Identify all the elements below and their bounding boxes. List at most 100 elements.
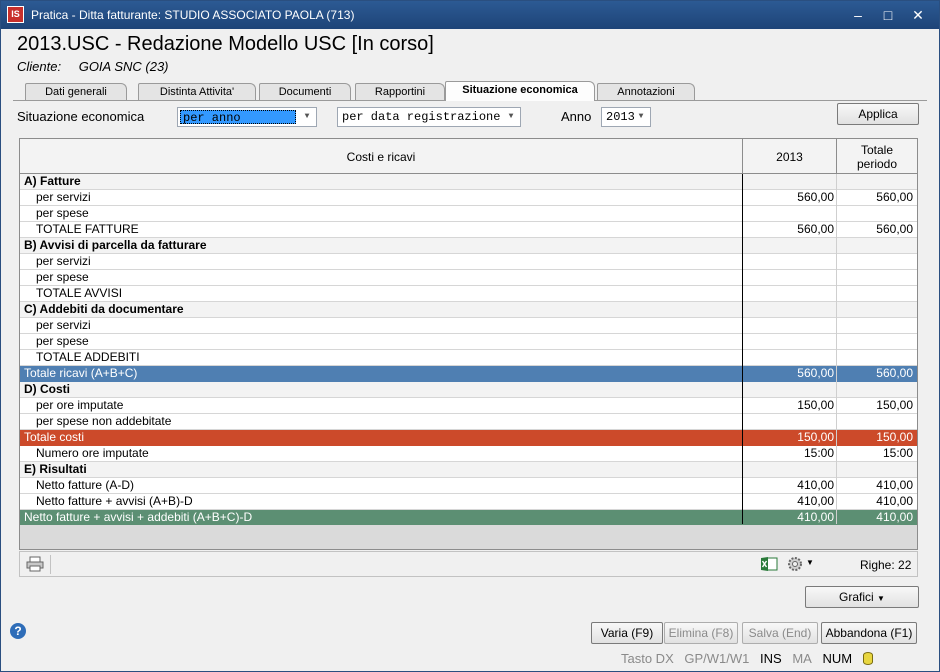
rows-count: Righe: 22	[860, 558, 912, 572]
row-label: Totale ricavi (A+B+C)	[24, 366, 138, 380]
tab-rapportini[interactable]: Rapportini	[355, 83, 445, 101]
date-mode-select[interactable]: per data registrazione ▼	[337, 107, 521, 127]
client-info: Cliente: GOIA SNC (23)	[17, 59, 169, 74]
window-title: Pratica - Ditta fatturante: STUDIO ASSOC…	[31, 8, 355, 22]
table-row[interactable]: Netto fatture + avvisi + addebiti (A+B+C…	[20, 510, 917, 526]
row-label: per spese	[36, 334, 89, 348]
row-label: B) Avvisi di parcella da fatturare	[24, 238, 207, 252]
grid-rows: A) Fatture per servizi 560,00 560,00 per spe…	[20, 174, 917, 526]
table-row[interactable]: E) Risultati	[20, 462, 917, 478]
table-row[interactable]: Totale ricavi (A+B+C) 560,00 560,00	[20, 366, 917, 382]
table-row[interactable]: D) Costi	[20, 382, 917, 398]
print-icon[interactable]	[26, 556, 44, 572]
table-row[interactable]: TOTALE AVVISI	[20, 286, 917, 302]
row-label: Numero ore imputate	[36, 446, 149, 460]
ma-indicator: MA	[792, 651, 812, 666]
row-label: E) Risultati	[24, 462, 87, 476]
table-row[interactable]: per servizi	[20, 254, 917, 270]
column-divider	[836, 174, 837, 524]
table-row[interactable]: B) Avvisi di parcella da fatturare	[20, 238, 917, 254]
cell-2013: 560,00	[797, 366, 834, 380]
year-value: 2013	[606, 110, 635, 124]
row-label: per ore imputate	[36, 398, 124, 412]
cell-2013: 150,00	[797, 398, 834, 412]
app-window: IS Pratica - Ditta fatturante: STUDIO AS…	[0, 0, 940, 672]
cell-2013: 150,00	[797, 430, 834, 444]
row-label: per spese non addebitate	[36, 414, 172, 428]
app-logo-icon: IS	[7, 6, 24, 23]
abbandona-button[interactable]: Abbandona (F1)	[821, 622, 917, 644]
maximize-icon[interactable]: □	[877, 5, 899, 25]
apply-button[interactable]: Applica	[837, 103, 919, 125]
cell-totale-periodo: 410,00	[876, 510, 913, 524]
chevron-down-icon[interactable]: ▼	[806, 558, 814, 567]
elimina-button[interactable]: Elimina (F8)	[664, 622, 738, 644]
situazione-label: Situazione economica	[17, 109, 145, 124]
table-row[interactable]: Totale costi 150,00 150,00	[20, 430, 917, 446]
cell-2013: 410,00	[797, 510, 834, 524]
row-label: TOTALE FATTURE	[36, 222, 139, 236]
table-row[interactable]: per servizi	[20, 318, 917, 334]
num-indicator: NUM	[822, 651, 853, 666]
row-label: Netto fatture + avvisi (A+B)-D	[36, 494, 193, 508]
table-row[interactable]: per servizi 560,00 560,00	[20, 190, 917, 206]
economic-situation-grid: Costi e ricavi 2013 Totale periodo A) Fa…	[19, 138, 918, 550]
row-label: per servizi	[36, 190, 91, 204]
tab-situazione-economica[interactable]: Situazione economica	[445, 81, 595, 101]
row-label: per servizi	[36, 254, 91, 268]
chevron-down-icon[interactable]: ▼	[634, 110, 648, 124]
excel-export-icon[interactable]	[760, 556, 778, 572]
table-row[interactable]: per spese non addebitate	[20, 414, 917, 430]
tab-dati-generali[interactable]: Dati generali	[25, 83, 127, 101]
table-row[interactable]: Numero ore imputate 15:00 15:00	[20, 446, 917, 462]
table-row[interactable]: per spese	[20, 334, 917, 350]
table-row[interactable]: A) Fatture	[20, 174, 917, 190]
grid-header: Costi e ricavi 2013 Totale periodo	[20, 139, 917, 174]
cell-totale-periodo: 150,00	[876, 430, 913, 444]
cell-totale-periodo: 560,00	[876, 366, 913, 380]
chevron-down-icon[interactable]: ▼	[300, 110, 314, 124]
gear-icon[interactable]	[786, 555, 804, 573]
cell-totale-periodo: 15:00	[882, 446, 913, 460]
column-header-costi-ricavi[interactable]: Costi e ricavi	[20, 139, 742, 174]
chevron-down-icon[interactable]: ▼	[504, 110, 518, 124]
help-icon[interactable]: ?	[10, 623, 26, 639]
column-header-2013[interactable]: 2013	[743, 139, 836, 174]
table-row[interactable]: per ore imputate 150,00 150,00	[20, 398, 917, 414]
cell-2013: 410,00	[797, 494, 834, 508]
date-mode-value: per data registrazione	[342, 110, 501, 124]
page-title: 2013.USC - Redazione Modello USC [In cor…	[17, 33, 434, 55]
ins-indicator: INS	[760, 651, 782, 666]
table-row[interactable]: per spese	[20, 270, 917, 286]
row-label: Netto fatture (A-D)	[36, 478, 135, 492]
period-mode-value: per anno	[180, 110, 296, 125]
cell-2013: 15:00	[803, 446, 834, 460]
table-row[interactable]: TOTALE FATTURE 560,00 560,00	[20, 222, 917, 238]
tab-annotazioni[interactable]: Annotazioni	[597, 83, 695, 101]
year-select[interactable]: 2013 ▼	[601, 107, 651, 127]
column-header-totale-periodo[interactable]: Totale periodo	[837, 139, 917, 174]
cell-totale-periodo: 410,00	[876, 494, 913, 508]
toolbar-divider	[50, 555, 51, 574]
table-row[interactable]: TOTALE ADDEBITI	[20, 350, 917, 366]
tab-distinta-attivita[interactable]: Distinta Attivita'	[138, 83, 256, 101]
main-content: 2013.USC - Redazione Modello USC [In cor…	[7, 29, 933, 667]
close-icon[interactable]: ✕	[907, 5, 929, 25]
row-label: per spese	[36, 206, 89, 220]
row-label: A) Fatture	[24, 174, 81, 188]
salva-button[interactable]: Salva (End)	[742, 622, 818, 644]
filter-bar: Situazione economica per anno ▼ per data…	[7, 103, 933, 129]
grafici-button[interactable]: Grafici ▼	[805, 586, 919, 608]
anno-label: Anno	[561, 109, 592, 124]
table-row[interactable]: Netto fatture + avvisi (A+B)-D 410,00 410,…	[20, 494, 917, 510]
table-row[interactable]: Netto fatture (A-D) 410,00 410,00	[20, 478, 917, 494]
table-row[interactable]: C) Addebiti da documentare	[20, 302, 917, 318]
period-mode-select[interactable]: per anno ▼	[177, 107, 317, 127]
title-bar[interactable]: IS Pratica - Ditta fatturante: STUDIO AS…	[1, 1, 939, 29]
minimize-icon[interactable]: –	[847, 5, 869, 25]
table-row[interactable]: per spese	[20, 206, 917, 222]
varia-button[interactable]: Varia (F9)	[591, 622, 663, 644]
tab-documenti[interactable]: Documenti	[259, 83, 351, 101]
tasto-indicator: Tasto DX	[621, 651, 674, 666]
row-label: D) Costi	[24, 382, 70, 396]
